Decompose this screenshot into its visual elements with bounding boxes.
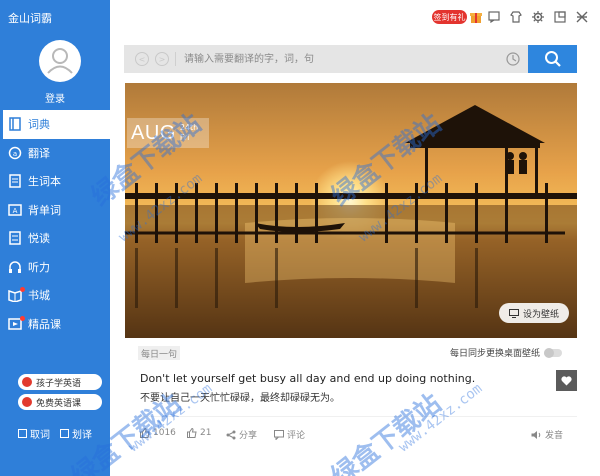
search-icon (544, 51, 561, 67)
notification-dot (20, 287, 25, 292)
like-count: 1016 (153, 428, 176, 438)
sync-wallpaper-option: 每日同步更换桌面壁纸 (450, 346, 563, 359)
like-button[interactable]: 1016 (140, 428, 176, 438)
date-detail: 24th Fri (180, 123, 198, 143)
daily-wallpaper: AUG 24th Fri 设为壁纸 (125, 83, 577, 338)
sidebar-item-label: 背单词 (28, 203, 61, 217)
message-icon[interactable] (488, 11, 500, 23)
notebook-icon (9, 174, 21, 188)
date-month: AUG (131, 121, 176, 144)
svg-text:A: A (13, 207, 18, 215)
speaker-icon (531, 430, 541, 439)
heart-icon (561, 375, 572, 385)
skin-icon[interactable] (510, 11, 522, 23)
app-title: 金山词霸 (8, 12, 52, 25)
comment-label: 评论 (287, 431, 306, 441)
back-button[interactable]: < (135, 52, 149, 66)
sidebar-item-label: 书城 (28, 289, 50, 303)
login-link[interactable]: 登录 (0, 90, 110, 105)
title-bar: 签到有礼 (110, 0, 600, 36)
daily-english-sentence: Don't let yourself get busy all day and … (140, 372, 476, 385)
spacer-icon (554, 11, 566, 23)
checkin-badge[interactable]: 签到有礼 (432, 10, 467, 24)
separator (175, 52, 176, 66)
set-wallpaper-button[interactable]: 设为壁纸 (499, 303, 569, 323)
sidebar-item-listening[interactable]: 听力 (0, 253, 110, 282)
thumbs-up-small-icon (187, 428, 197, 438)
sidebar-nav: 词典 a 翻译 生词本 A 背单词 悦读 听力 书城 精品课 (0, 110, 110, 338)
recite-icon: A (8, 203, 22, 216)
watermark-url: www.42xz.com (395, 380, 486, 456)
checkbox-box (18, 429, 27, 438)
search-input[interactable] (184, 49, 504, 69)
notification-dot (20, 315, 25, 321)
pronounce-button[interactable]: 发音 (531, 428, 563, 441)
comment-icon (274, 429, 284, 440)
share-label: 分享 (239, 431, 258, 441)
translate-icon: a (8, 146, 22, 159)
search-button[interactable] (528, 45, 577, 73)
comment-count-button[interactable]: 21 (187, 428, 211, 438)
sync-wallpaper-toggle[interactable] (544, 347, 563, 358)
chevron-right-icon: > (158, 54, 166, 64)
sidebar-item-label: 精品课 (28, 317, 61, 331)
sync-wallpaper-label: 每日同步更换桌面壁纸 (450, 349, 541, 359)
pick-word-label: 取词 (30, 430, 50, 441)
free-course-label: 免费英语课 (36, 398, 82, 409)
pronounce-label: 发音 (545, 431, 564, 441)
search-bar: < > (124, 45, 577, 73)
second-count: 21 (200, 428, 212, 438)
kids-english-button[interactable]: 孩子学英语 (18, 374, 102, 390)
sidebar-item-bookstore[interactable]: 书城 (0, 281, 110, 310)
sidebar-item-label: 听力 (28, 260, 50, 274)
pick-word-checkbox[interactable]: 取词 (18, 426, 50, 441)
kids-english-label: 孩子学英语 (36, 378, 82, 389)
avatar[interactable] (39, 40, 81, 82)
select-translate-label: 划译 (72, 430, 92, 441)
sidebar-item-recite[interactable]: A 背单词 (0, 196, 110, 225)
sidebar-item-label: 生词本 (28, 175, 61, 189)
date-badge: AUG 24th Fri (127, 118, 209, 148)
sidebar: 金山词霸 登录 词典 a 翻译 生词本 A 背单词 悦读 听力 书城 精品课 孩… (0, 0, 110, 476)
select-translate-checkbox[interactable]: 划译 (60, 426, 92, 441)
sidebar-item-reading[interactable]: 悦读 (0, 224, 110, 253)
comment-button[interactable]: 评论 (274, 428, 305, 441)
chevron-left-icon: < (138, 54, 146, 64)
favorite-button[interactable] (556, 370, 577, 391)
monitor-icon (508, 308, 519, 318)
checkbox-box (60, 429, 69, 438)
set-wallpaper-label: 设为壁纸 (522, 309, 559, 320)
sidebar-options: 取词 划译 (18, 426, 92, 441)
svg-text:a: a (13, 150, 17, 158)
date-day: 24th (179, 123, 199, 132)
sidebar-item-notebook[interactable]: 生词本 (0, 167, 110, 196)
sidebar-item-translate[interactable]: a 翻译 (0, 139, 110, 168)
sidebar-item-label: 翻译 (28, 146, 50, 160)
user-icon (47, 48, 73, 74)
watermark-text: 绿盒下载站 (326, 388, 448, 476)
kids-icon (22, 377, 32, 387)
daily-chinese-sentence: 不要让自己一天忙忙碌碌，最终却碌碌无为。 (140, 393, 340, 404)
share-button[interactable]: 分享 (226, 428, 257, 441)
sidebar-item-dictionary[interactable]: 词典 (0, 110, 110, 139)
gear-icon[interactable] (532, 11, 544, 23)
sidebar-item-label: 悦读 (28, 232, 50, 246)
date-weekday: Fri (179, 133, 190, 142)
sidebar-item-label: 词典 (28, 118, 50, 132)
thumbs-up-icon (140, 428, 150, 438)
course-badge-icon (22, 397, 32, 407)
divider (138, 416, 577, 417)
sidebar-item-courses[interactable]: 精品课 (0, 310, 110, 339)
history-icon[interactable] (506, 52, 520, 66)
reading-icon (9, 231, 21, 245)
forward-button[interactable]: > (155, 52, 169, 66)
book-icon (9, 117, 21, 131)
headphone-icon (9, 260, 21, 273)
gift-icon[interactable] (470, 10, 482, 24)
daily-sentence-tag: 每日一句 (138, 346, 180, 360)
close-icon[interactable] (576, 11, 588, 23)
share-icon (226, 430, 236, 439)
free-course-button[interactable]: 免费英语课 (18, 394, 102, 410)
